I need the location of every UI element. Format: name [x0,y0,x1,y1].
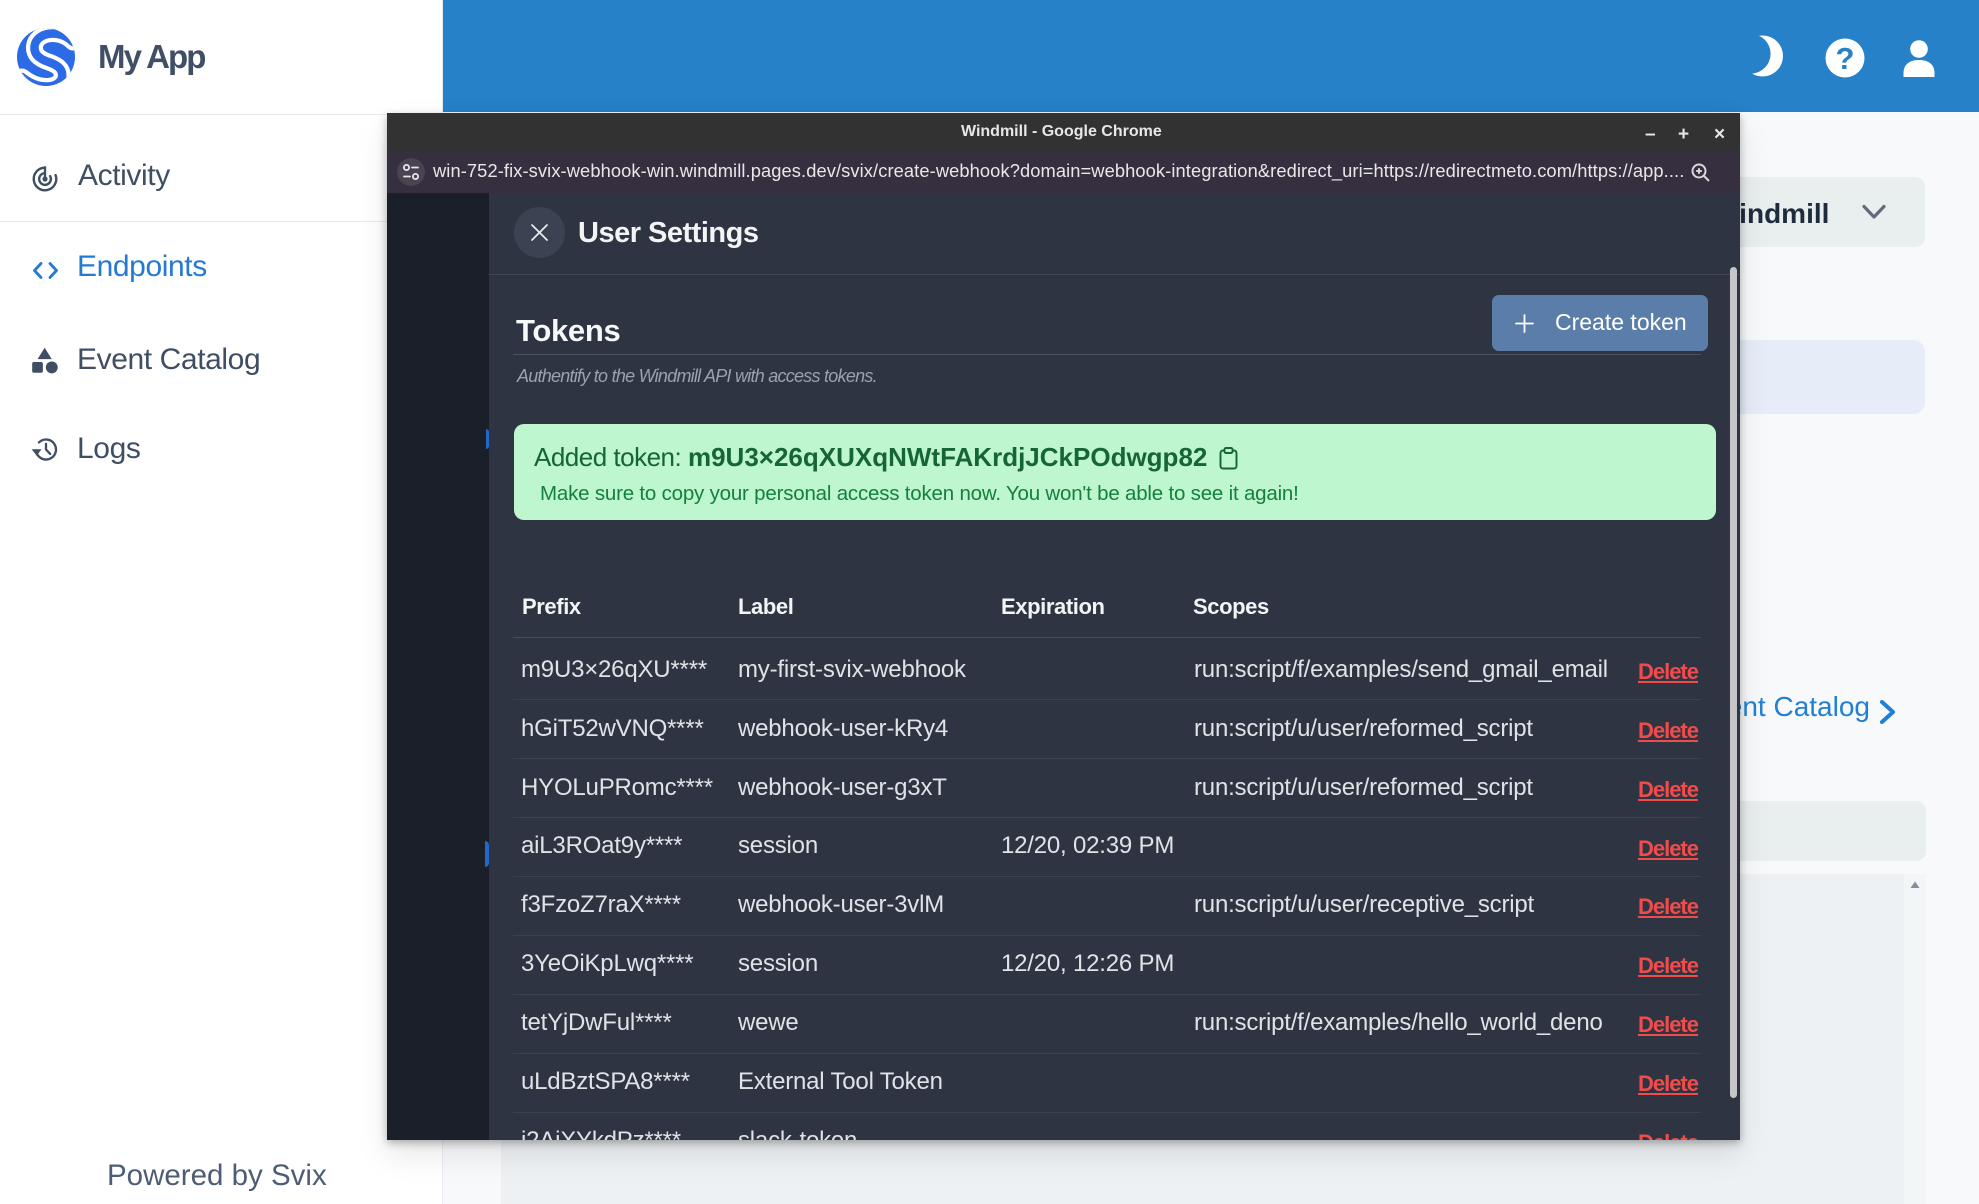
svg-text:?: ? [1836,41,1855,76]
